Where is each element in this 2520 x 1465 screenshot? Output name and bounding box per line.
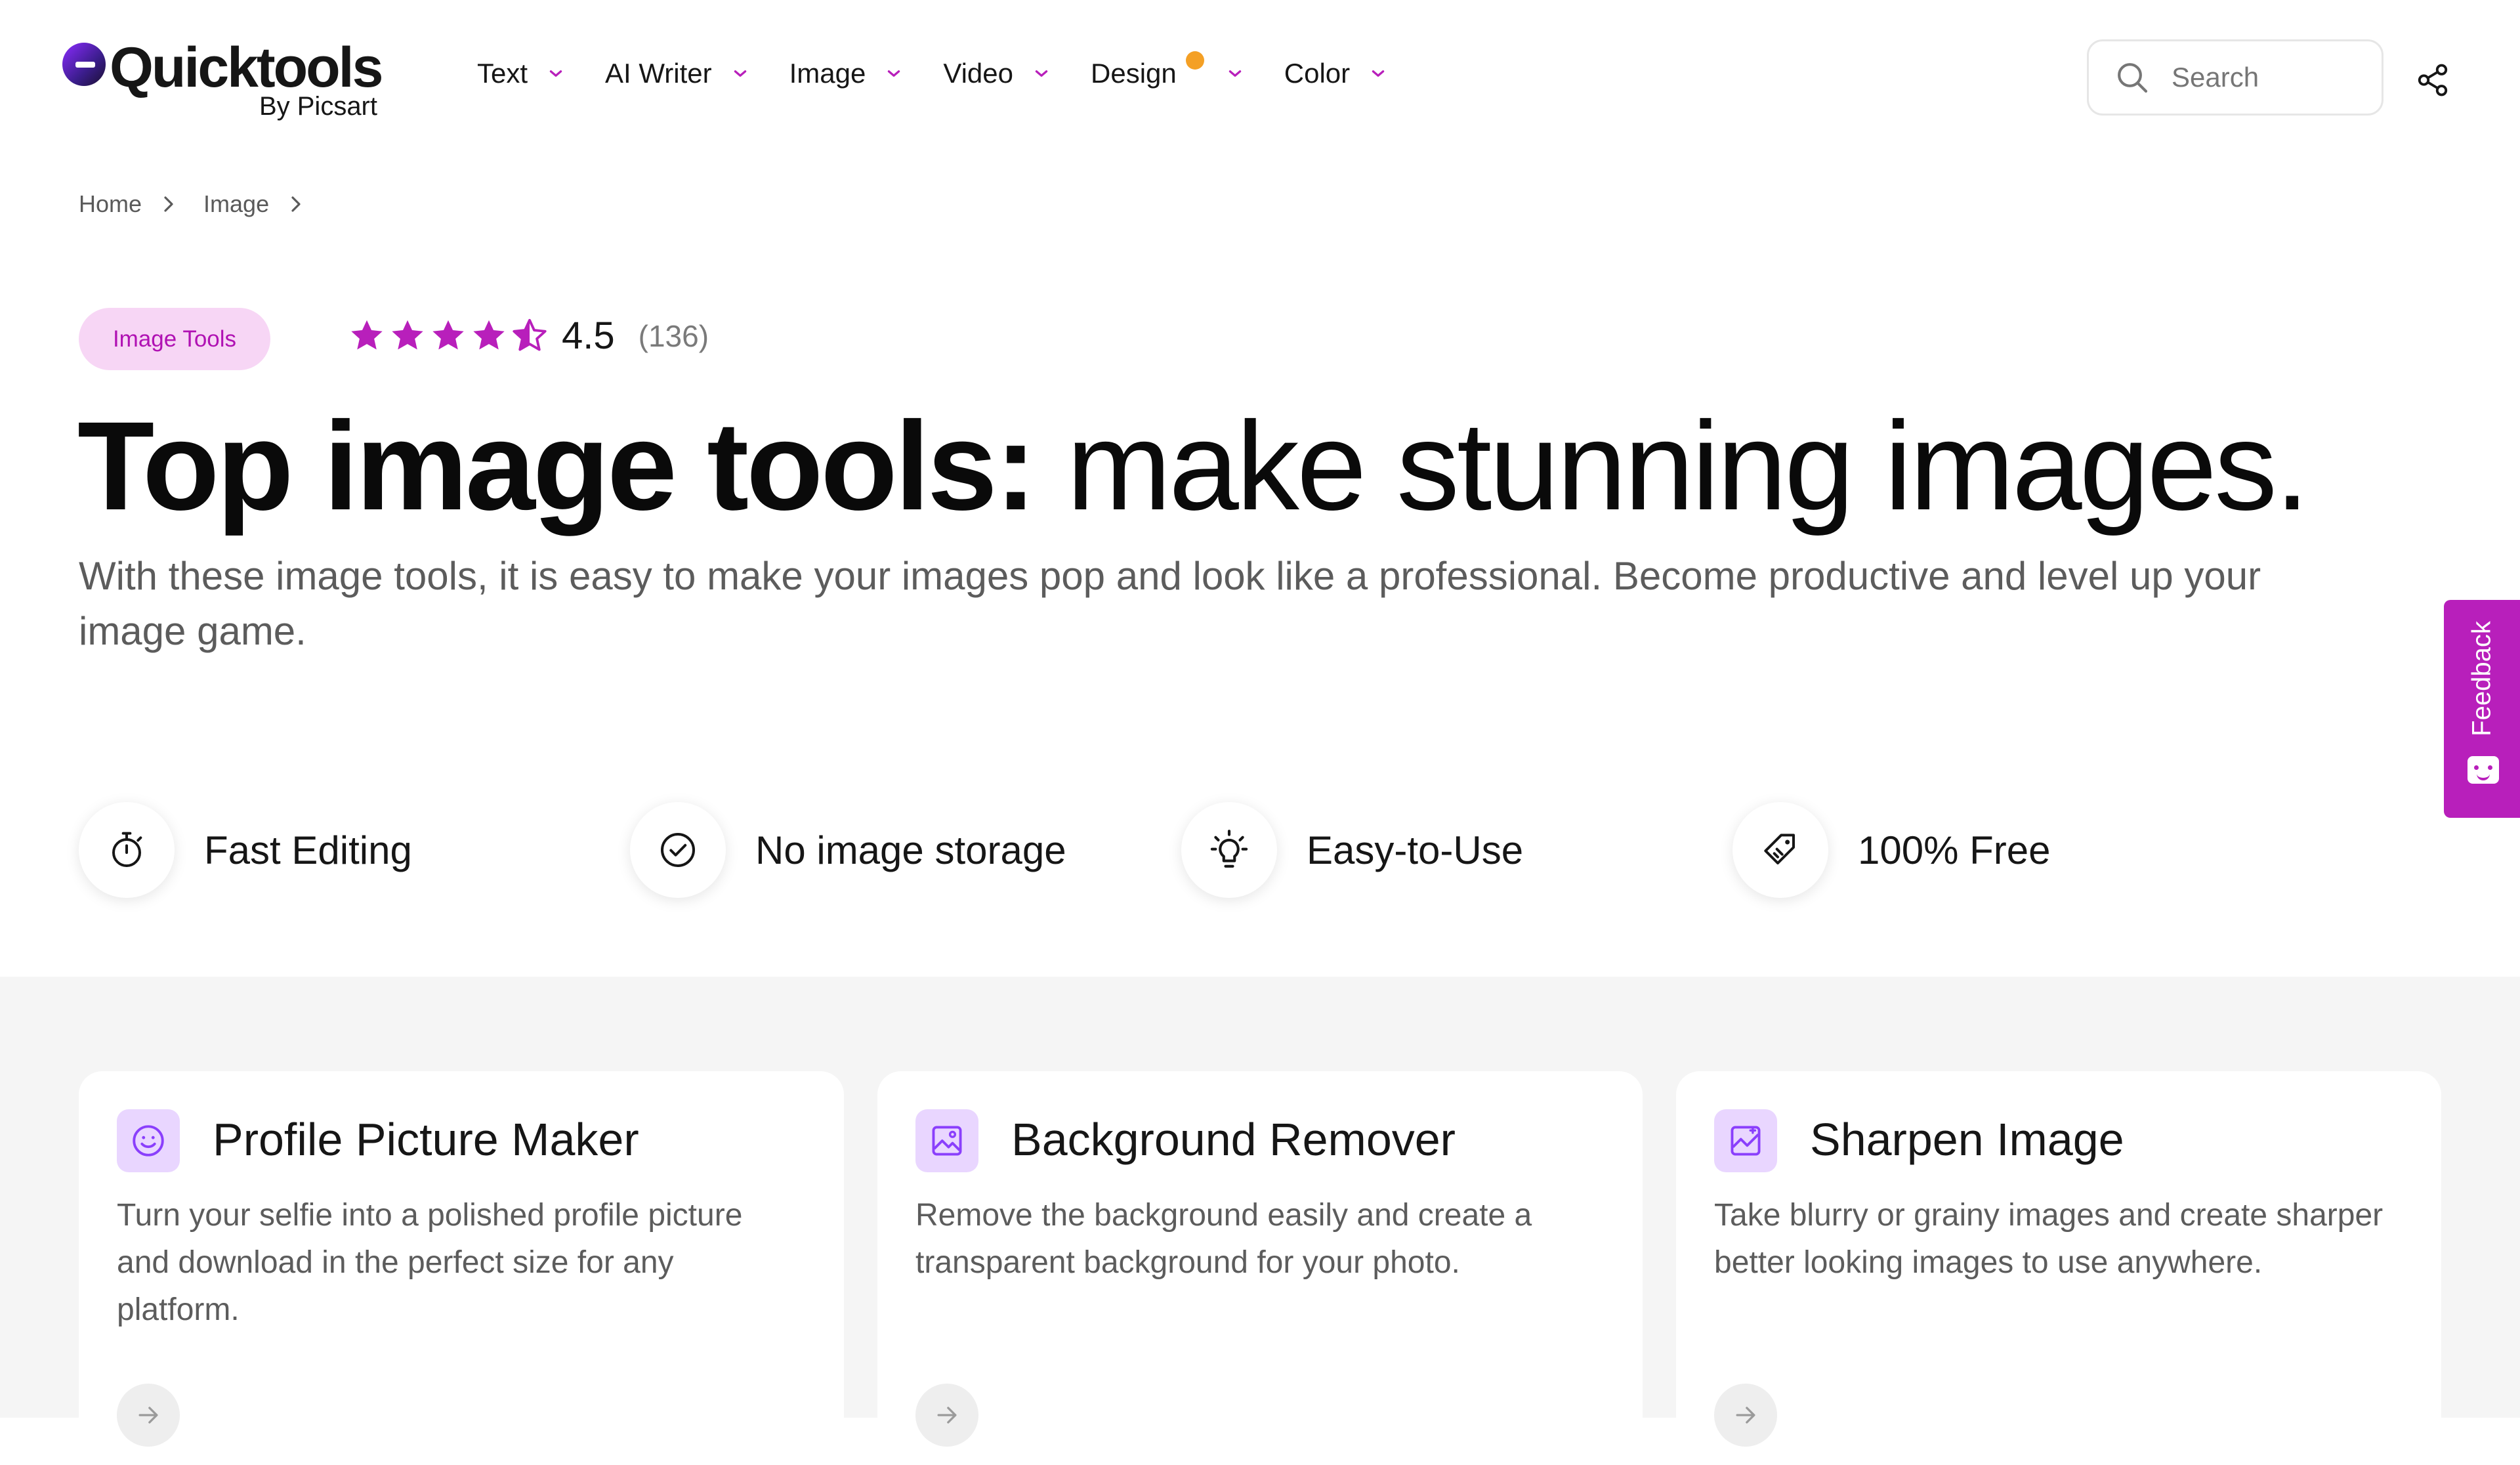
feature-label: Fast Editing bbox=[204, 828, 412, 872]
arrow-right-icon[interactable] bbox=[117, 1384, 180, 1447]
feature-label: 100% Free bbox=[1858, 828, 2051, 872]
tool-card-background-remover[interactable]: Background Remover Remove the background… bbox=[877, 1071, 1643, 1465]
feature-item: Fast Editing bbox=[79, 802, 412, 898]
category-badge[interactable]: Image Tools bbox=[79, 308, 270, 370]
tag-icon bbox=[1732, 802, 1828, 898]
tool-card-title: Sharpen Image bbox=[1810, 1114, 2124, 1165]
image-edit-icon bbox=[915, 1109, 978, 1172]
breadcrumb: Home Image bbox=[79, 190, 331, 218]
search-icon bbox=[2118, 63, 2148, 93]
chevron-down-icon bbox=[1035, 70, 1048, 77]
chevron-down-icon bbox=[888, 70, 900, 77]
share-icon[interactable] bbox=[2415, 60, 2450, 100]
lightbulb-icon bbox=[1181, 802, 1277, 898]
logo-subtitle: By Picsart bbox=[259, 92, 377, 121]
chevron-down-icon bbox=[549, 70, 562, 77]
main-nav: Text AI Writer Image Video Design Color bbox=[477, 51, 1427, 89]
quicktools-logo[interactable]: Quicktools By Picsart bbox=[62, 36, 383, 125]
site-header: Quicktools By Picsart Text AI Writer Ima… bbox=[0, 0, 2520, 158]
feature-item: Easy-to-Use bbox=[1181, 802, 1523, 898]
feature-label: Easy-to-Use bbox=[1307, 828, 1524, 872]
nav-item-label: AI Writer bbox=[605, 58, 712, 89]
page-description: With these image tools, it is easy to ma… bbox=[79, 554, 2261, 653]
star-filled-icon bbox=[392, 320, 423, 350]
nav-item-design[interactable]: Design bbox=[1091, 51, 1244, 89]
search-input[interactable] bbox=[2170, 61, 2370, 94]
nav-item-label: Image bbox=[789, 58, 866, 89]
search-box[interactable] bbox=[2087, 39, 2384, 116]
star-filled-icon bbox=[351, 320, 383, 350]
tool-card-profile-picture-maker[interactable]: Profile Picture Maker Turn your selfie i… bbox=[79, 1071, 844, 1465]
tool-card-description: Turn your selfie into a polished profile… bbox=[117, 1198, 743, 1327]
chevron-right-icon bbox=[291, 196, 301, 212]
star-filled-icon bbox=[432, 320, 464, 350]
feature-list: Fast Editing No image storage Easy-to-Us… bbox=[79, 802, 2441, 901]
stopwatch-icon bbox=[79, 802, 175, 898]
star-filled-icon bbox=[473, 320, 505, 350]
breadcrumb-home[interactable]: Home bbox=[79, 190, 142, 218]
feature-item: No image storage bbox=[630, 802, 1066, 898]
nav-item-label: Color bbox=[1284, 58, 1351, 89]
chevron-down-icon bbox=[734, 70, 746, 77]
feature-item: 100% Free bbox=[1732, 802, 2051, 898]
nav-item-image[interactable]: Image bbox=[789, 58, 903, 89]
tool-card-description: Take blurry or grainy images and create … bbox=[1714, 1198, 2384, 1280]
tool-card-title: Background Remover bbox=[1011, 1114, 1456, 1165]
nav-item-label: Text bbox=[477, 58, 528, 89]
feature-label: No image storage bbox=[755, 828, 1066, 872]
nav-item-ai-writer[interactable]: AI Writer bbox=[605, 58, 749, 89]
tool-card-title: Profile Picture Maker bbox=[213, 1114, 639, 1165]
nav-item-label: Design bbox=[1091, 58, 1177, 89]
rating: 4.5 (136) bbox=[348, 314, 709, 358]
feedback-tab[interactable]: Feedback bbox=[2444, 600, 2520, 818]
star-rating bbox=[348, 317, 551, 355]
nav-item-text[interactable]: Text bbox=[477, 58, 564, 89]
logo-name: Quicktools bbox=[110, 36, 383, 99]
image-sharpen-icon bbox=[1714, 1109, 1777, 1172]
chevron-down-icon bbox=[1372, 70, 1385, 77]
arrow-right-icon[interactable] bbox=[1714, 1384, 1777, 1447]
arrow-right-icon[interactable] bbox=[915, 1384, 978, 1447]
chevron-down-icon bbox=[1228, 70, 1241, 77]
feedback-face-icon bbox=[2468, 756, 2499, 784]
rating-count: (136) bbox=[638, 318, 709, 353]
page-title-bold: Top image tools: bbox=[77, 395, 1037, 536]
smiley-icon bbox=[117, 1109, 180, 1172]
nav-item-label: Video bbox=[943, 58, 1014, 89]
feedback-label: Feedback bbox=[2467, 621, 2496, 736]
nav-item-color[interactable]: Color bbox=[1284, 58, 1387, 89]
logo-mark-icon bbox=[62, 43, 106, 86]
chevron-right-icon bbox=[164, 196, 173, 212]
check-circle-icon bbox=[630, 802, 726, 898]
star-half-icon bbox=[513, 318, 547, 350]
page-title-light: make stunning images. bbox=[1034, 395, 2309, 536]
tool-card-description: Remove the background easily and create … bbox=[915, 1198, 1532, 1280]
breadcrumb-image[interactable]: Image bbox=[203, 190, 269, 218]
new-indicator-dot bbox=[1186, 51, 1205, 70]
nav-item-video[interactable]: Video bbox=[943, 58, 1050, 89]
tool-card-sharpen-image[interactable]: Sharpen Image Take blurry or grainy imag… bbox=[1676, 1071, 2441, 1465]
rating-value: 4.5 bbox=[562, 314, 615, 357]
page-title: Top image tools: make stunning images. bbox=[77, 394, 2309, 538]
